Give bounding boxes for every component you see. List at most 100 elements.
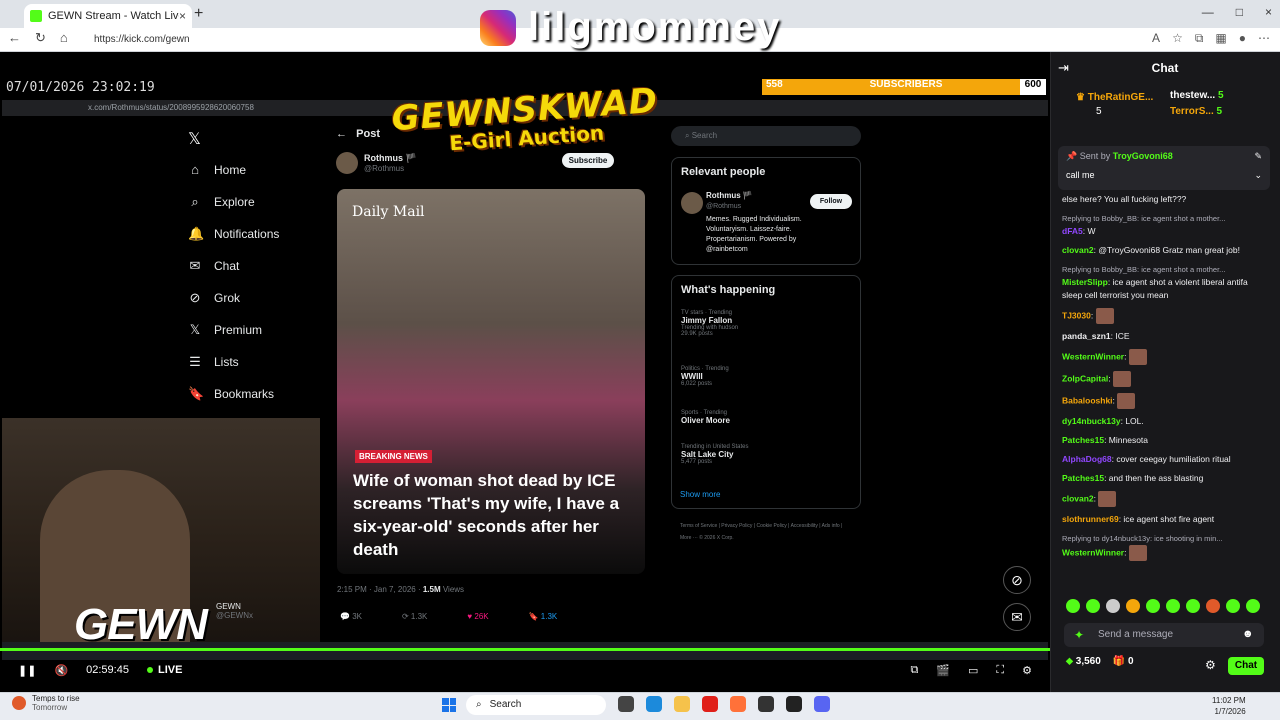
gifter-count: 5	[1096, 106, 1102, 117]
settings-gear-icon[interactable]: ⚙	[1022, 664, 1032, 677]
new-tab-button[interactable]: +	[194, 5, 203, 23]
chat-message[interactable]: Replying to Bobby_BB: ice agent shot a m…	[1062, 212, 1270, 238]
chat-message[interactable]: Replying to dy14nbuck13y: ice shooting i…	[1062, 532, 1270, 561]
x-nav-home: ⌂ Home	[188, 162, 246, 177]
theater-mode-icon[interactable]: ▭	[968, 664, 978, 677]
file-explorer-icon[interactable]	[674, 696, 690, 712]
emote-icon[interactable]	[1146, 599, 1160, 613]
extensions-icon[interactable]: ⧉	[1195, 31, 1204, 46]
chat-username[interactable]: ZolpCapital	[1062, 373, 1108, 383]
chat-message[interactable]: Babalooshki:	[1062, 393, 1270, 409]
chat-username[interactable]: clovan2	[1062, 245, 1094, 255]
emote-icon[interactable]	[1186, 599, 1200, 613]
epic-games-icon[interactable]	[786, 696, 802, 712]
chat-message[interactable]: slothrunner69: ice agent shot fire agent	[1062, 513, 1270, 526]
sparkle-icon[interactable]: ✦	[1074, 628, 1084, 642]
close-window-button[interactable]: ×	[1265, 5, 1272, 19]
home-icon: ⌂	[191, 162, 199, 177]
task-view-icon[interactable]	[618, 696, 634, 712]
gifter[interactable]: ♛ TheRatinGE...	[1076, 92, 1153, 103]
breaking-news-badge: BREAKING NEWS	[355, 450, 432, 463]
chat-message[interactable]: ZolpCapital:	[1062, 371, 1270, 387]
emoji-picker-icon[interactable]: ☻	[1242, 628, 1254, 640]
chat-message[interactable]: else here? You all fucking left???	[1062, 193, 1270, 206]
chat-username[interactable]: WesternWinner	[1062, 547, 1124, 557]
trend-item: Trending in United States Salt Lake City…	[681, 444, 748, 465]
favorite-star-icon[interactable]: ☆	[1172, 31, 1183, 46]
chat-username[interactable]: dy14nbuck13y	[1062, 416, 1121, 426]
send-chat-button[interactable]: Chat	[1228, 657, 1264, 675]
chevron-down-icon[interactable]: ⌄	[1254, 170, 1262, 181]
chat-message[interactable]: WesternWinner:	[1062, 349, 1270, 365]
fullscreen-icon[interactable]: ⛶	[996, 664, 1004, 677]
weather-widget[interactable]: Temps to rise Tomorrow	[12, 694, 80, 712]
windows-start-icon[interactable]	[442, 698, 456, 712]
pip-icon[interactable]: ⧉	[910, 664, 918, 677]
clip-icon[interactable]: 🎬	[936, 664, 950, 677]
chat-username[interactable]: TJ3030	[1062, 310, 1091, 320]
chat-message[interactable]: TJ3030:	[1062, 308, 1270, 324]
chat-username[interactable]: panda_szn1	[1062, 331, 1111, 341]
emote-icon[interactable]	[1106, 599, 1120, 613]
obs-icon[interactable]	[758, 696, 774, 712]
emote-icon[interactable]	[1086, 599, 1100, 613]
emote-icon[interactable]	[1226, 599, 1240, 613]
chat-settings-gear-icon[interactable]: ⚙	[1205, 658, 1216, 672]
collections-icon[interactable]: ▦	[1215, 31, 1226, 46]
taskbar-clock[interactable]: 11:02 PM 1/7/2026	[1212, 695, 1246, 717]
emote-icon[interactable]	[1166, 599, 1180, 613]
chat-text: @TroyGovoni68 Gratz man great job!	[1098, 245, 1240, 255]
chat-message[interactable]: dy14nbuck13y: LOL.	[1062, 415, 1270, 428]
chat-username[interactable]: Babalooshki	[1062, 395, 1113, 405]
sub-goal: 600	[1020, 79, 1046, 95]
gifter[interactable]: TerrorS... 5	[1170, 106, 1222, 117]
live-badge[interactable]: LIVE	[146, 664, 182, 676]
browser-tab[interactable]: GEWN Stream - Watch Live on Kick ×	[24, 4, 192, 28]
chat-username[interactable]: slothrunner69	[1062, 514, 1119, 524]
chat-message[interactable]: Patches15: Minnesota	[1062, 434, 1270, 447]
profile-icon[interactable]: ●	[1239, 31, 1246, 46]
progress-bar[interactable]	[0, 648, 1050, 651]
emote-icon[interactable]	[1206, 599, 1220, 613]
chat-message[interactable]: clovan2: @TroyGovoni68 Gratz man great j…	[1062, 244, 1270, 257]
gifter[interactable]: thestew... 5	[1170, 90, 1224, 101]
chat-username[interactable]: MisterSlipp	[1062, 277, 1108, 287]
chat-message[interactable]: AlphaDog68: cover ceegay humiliation rit…	[1062, 453, 1270, 466]
home-icon[interactable]: ⌂	[60, 30, 68, 46]
firefox-icon[interactable]	[730, 696, 746, 712]
opera-icon[interactable]	[702, 696, 718, 712]
chat-username[interactable]: AlphaDog68	[1062, 454, 1112, 464]
more-menu-icon[interactable]: ⋯	[1258, 31, 1270, 46]
pause-icon[interactable]: ❚❚	[18, 664, 36, 677]
chat-message[interactable]: Patches15: and then the ass blasting	[1062, 472, 1270, 485]
chat-username[interactable]: Patches15	[1062, 473, 1104, 483]
chat-message[interactable]: clovan2:	[1062, 491, 1270, 507]
chat-username[interactable]: dFA5	[1062, 226, 1083, 236]
edge-icon[interactable]	[646, 696, 662, 712]
chat-message[interactable]: panda_szn1: ICE	[1062, 330, 1270, 343]
taskbar-search[interactable]: ⌕ Search	[466, 695, 606, 715]
chat-username[interactable]: clovan2	[1062, 493, 1094, 503]
mute-icon[interactable]: 🔇	[54, 664, 68, 677]
read-aloud-icon[interactable]: A	[1152, 31, 1160, 46]
emote-icon	[1113, 371, 1132, 387]
maximize-button[interactable]: □	[1236, 5, 1243, 19]
avatar	[681, 192, 703, 214]
tab-close-button[interactable]: ×	[179, 9, 186, 23]
discord-icon[interactable]	[814, 696, 830, 712]
emote-icon[interactable]	[1066, 599, 1080, 613]
chat-input[interactable]: Send a message	[1064, 623, 1264, 647]
back-icon[interactable]: ←	[8, 30, 21, 46]
emote-icon[interactable]	[1126, 599, 1140, 613]
weather-icon	[12, 696, 26, 710]
chat-message[interactable]: Replying to Bobby_BB: ice agent shot a m…	[1062, 263, 1270, 302]
unpin-icon[interactable]: ✎	[1254, 151, 1262, 162]
chat-username[interactable]: WesternWinner	[1062, 351, 1124, 361]
emote-icon	[1117, 393, 1136, 409]
chat-username[interactable]: Patches15	[1062, 435, 1104, 445]
emote-icon[interactable]	[1246, 599, 1260, 613]
x-account-name: GEWN	[216, 602, 241, 611]
minimize-button[interactable]: —	[1202, 5, 1214, 19]
pinned-message[interactable]: 📌 Sent by TroyGovoni68 ✎ call me ⌄	[1058, 146, 1270, 190]
reload-icon[interactable]: ↻	[35, 30, 46, 46]
